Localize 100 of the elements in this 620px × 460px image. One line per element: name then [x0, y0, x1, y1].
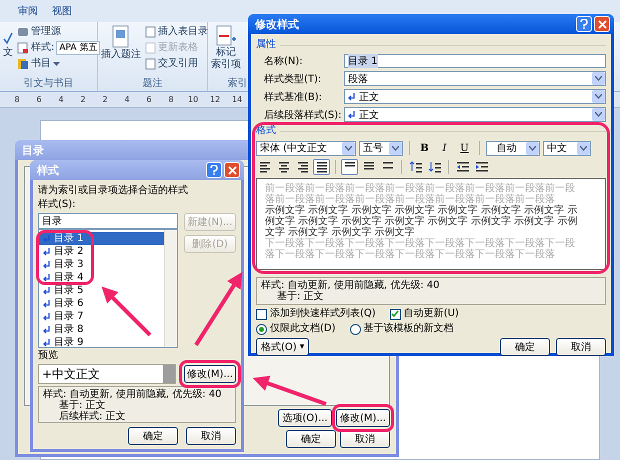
group-label: 索引: [226, 77, 248, 91]
style-list-item[interactable]: 目录 8: [39, 323, 164, 336]
field-label: 样式类型(T):: [263, 72, 322, 86]
return-arrow-icon: [43, 286, 51, 294]
dialog-button[interactable]: 取消: [186, 427, 236, 445]
group-label: 引文与书目: [22, 77, 74, 91]
name-field[interactable]: 目录 1: [344, 54, 606, 68]
instruction-text: 请为索引或目录项选择合适的样式: [38, 185, 189, 197]
field-label: 后续段落样式(S):: [263, 108, 342, 122]
insert-citation-button[interactable]: 文: [3, 25, 13, 77]
insert-caption-button[interactable]: 插入题注: [101, 25, 141, 77]
style-dropdown[interactable]: 正文: [344, 89, 606, 104]
ribbon-tab[interactable]: 视图: [52, 4, 72, 22]
style-list-item[interactable]: 目录 6: [39, 297, 164, 310]
dialog-button[interactable]: 修改(M)...: [336, 409, 390, 427]
return-arrow-icon: [43, 312, 51, 320]
window-title: 修改样式: [255, 16, 299, 32]
radio-button[interactable]: [350, 324, 361, 334]
single-spacing-icon[interactable]: [341, 159, 358, 175]
bibliography-button[interactable]: 书目: [17, 57, 100, 71]
dialog-button[interactable]: 确定: [128, 427, 178, 445]
description-text: 后续样式: 正文: [58, 411, 127, 422]
spacing-after-icon[interactable]: [426, 159, 443, 175]
font-dropdown[interactable]: 宋体 (中文正文: [256, 140, 356, 156]
document-icon: [145, 58, 156, 70]
style-label: 样式:: [17, 41, 54, 55]
text-style-button[interactable]: U: [456, 140, 473, 156]
field-label: 名称(N):: [263, 55, 304, 68]
style-list-item[interactable]: 目录 3: [39, 258, 164, 271]
close-icon[interactable]: [594, 16, 610, 32]
checkbox-label: 自动更新(U): [404, 308, 459, 320]
style-type-dropdown[interactable]: 段落: [344, 71, 606, 86]
return-arrow-icon: [348, 92, 356, 100]
section-heading: 属性: [256, 39, 606, 51]
manage-sources-button[interactable]: 管理源: [17, 25, 100, 39]
checkbox[interactable]: [390, 308, 401, 320]
ruler-number: 4: [123, 95, 131, 104]
ruler-number: 12: [210, 95, 220, 104]
style-list-item[interactable]: 目录 9: [39, 336, 164, 349]
window-title: 目录: [22, 142, 44, 158]
return-arrow-icon: [43, 234, 51, 242]
document-icon: [145, 26, 156, 38]
dialog-button[interactable]: 取消: [556, 338, 606, 356]
preview-text: 示例文字 示例文字 示例文字 示例文字 示例文字 示例文字 示例文字 示例文字 示例文字 示例文字 示例文字 示例文字 示例文字 示例文字 示例文字 示例文字 示例文字 示例文字: [265, 205, 578, 238]
dialog-button[interactable]: 确定: [500, 338, 550, 356]
dialog-button[interactable]: 选项(O)...: [278, 409, 332, 427]
field-label: 样式基准(B):: [263, 90, 324, 104]
spacing-before-icon[interactable]: [407, 159, 424, 175]
font-color-dropdown[interactable]: 自动: [486, 140, 540, 156]
radio-button[interactable]: [256, 324, 267, 334]
help-icon[interactable]: [576, 16, 592, 32]
text-style-button[interactable]: B: [416, 140, 433, 156]
preview-text: 下一段落下一段落下一段落下一段落下一段落下一段落下一段落下一段落下一段落下一段落下一段落下一段落下一段落下一段落下一段落: [265, 238, 576, 260]
checkbox[interactable]: [256, 308, 267, 320]
document-icon: [145, 42, 156, 54]
citation-style-dropdown[interactable]: APA 第五: [56, 41, 100, 55]
ruler-number: 8: [167, 95, 175, 104]
return-arrow-icon: [43, 260, 51, 268]
description-text: 基于: 正文: [58, 400, 107, 411]
font-size-dropdown[interactable]: 五号: [359, 140, 403, 156]
group-label: 题注: [142, 77, 164, 91]
description-text: 样式: 自动更新, 使用前隐藏, 优先级: 40: [261, 280, 441, 291]
style-list-item[interactable]: 目录 4: [39, 271, 164, 284]
modify-button[interactable]: 修改(M)...: [184, 365, 236, 383]
ruler-number: 2: [101, 95, 109, 104]
style-list-item[interactable]: 目录 7: [39, 310, 164, 323]
scroll-bar[interactable]: [164, 230, 177, 347]
styles-label: 样式(S):: [38, 199, 77, 211]
close-icon[interactable]: [224, 162, 240, 178]
style-list-item[interactable]: 目录 1: [39, 232, 164, 245]
preview-text: +中文正文: [41, 366, 100, 382]
pointer-arrow: [102, 286, 152, 336]
description-text: 基于: 正文: [276, 291, 325, 302]
text-style-button[interactable]: I: [436, 140, 453, 156]
ruler-number: 6: [145, 95, 153, 104]
format-menu-button[interactable]: 格式(O) ▾: [256, 338, 310, 356]
style-dropdown[interactable]: 正文: [344, 107, 606, 122]
ribbon-tab[interactable]: 审阅: [18, 4, 38, 22]
return-arrow-icon: [43, 338, 51, 346]
caret-icon: [53, 62, 60, 66]
style-list-item[interactable]: 目录 5: [39, 284, 164, 297]
ruler-number: 10: [188, 95, 198, 104]
style-list-item[interactable]: 目录 2: [39, 245, 164, 258]
ruler-number: 8: [13, 95, 21, 104]
mark-entry-button[interactable]: 标记 索引项: [211, 25, 241, 77]
dialog-button[interactable]: 确定: [286, 430, 336, 448]
style-name-field[interactable]: 目录: [38, 213, 178, 229]
checkbox-label: 添加到快速样式列表(Q): [270, 308, 376, 320]
books-icon: [17, 58, 29, 70]
preview-strip: [163, 365, 175, 383]
justify-icon[interactable]: [313, 159, 330, 175]
language-dropdown[interactable]: 中文: [543, 140, 591, 156]
caption-menu-item[interactable]: 交叉引用: [145, 57, 208, 71]
caption-menu-item[interactable]: 插入表目录: [145, 25, 208, 39]
document-icon: [17, 42, 29, 54]
ruler-number: 4: [57, 95, 65, 104]
radio-label: 基于该模板的新文档: [364, 323, 454, 335]
help-icon[interactable]: [206, 162, 222, 178]
ruler-number: 2: [79, 95, 87, 104]
document-plus-icon: [215, 25, 237, 47]
